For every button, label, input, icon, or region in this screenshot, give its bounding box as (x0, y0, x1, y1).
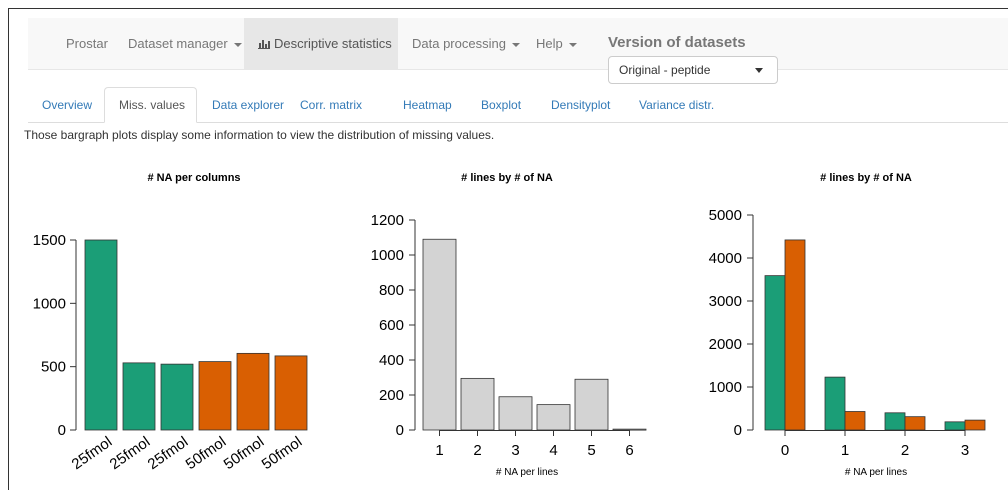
chart-0-x-tick-label: 25fmol (145, 433, 192, 473)
chart-1-bar (574, 378, 609, 431)
chart-1-x-tick-label: 4 (549, 442, 557, 459)
chart-0-y-tick-label: 1000 (33, 295, 66, 312)
chart-0-x-tick-label: 50fmol (259, 433, 306, 473)
chart-2-x-axis-label: # NA per lines (845, 467, 907, 478)
chart-0-x-tick-label: 25fmol (69, 433, 116, 473)
chart-0-bar (236, 352, 270, 431)
chart-1-title: # lines by # of NA (461, 172, 553, 184)
chart-1-y-tick-label: 600 (379, 317, 404, 334)
chart-0-bar (198, 361, 232, 431)
chart-2-y-tick-label: 5000 (709, 207, 742, 224)
chart-1-x-tick-label: 2 (473, 442, 481, 459)
chart-2-bar (844, 411, 866, 431)
chart-0-bar (122, 362, 156, 431)
chart-1-y-tick-label: 800 (379, 282, 404, 299)
chart-1-y-tick-label: 0 (396, 422, 404, 439)
chart-2-y-tick-label: 4000 (709, 250, 742, 267)
chart-2-x-tick-label: 2 (901, 442, 909, 459)
chart-2-y-tick-label: 2000 (709, 336, 742, 353)
chart-0-x-tick-label: 25fmol (107, 433, 154, 473)
chart-1-bar (612, 428, 647, 431)
chart-2-bar (884, 412, 906, 431)
chart-1-x-axis-label: # NA per lines (496, 467, 558, 478)
chart-1-x-tick-label: 5 (587, 442, 595, 459)
chart-1-bar (460, 377, 495, 431)
chart-1-y-tick-label: 1000 (371, 247, 404, 264)
chart-2-bar (824, 376, 846, 431)
chart-1-x-tick-label: 1 (435, 442, 443, 459)
chart-1-bar (536, 404, 571, 431)
chart-0-bar (160, 363, 194, 431)
chart-1-bar (422, 238, 457, 431)
chart-2-bar (944, 421, 966, 431)
chart-0-y-tick-label: 1500 (33, 232, 66, 249)
chart-0-y-tick-label: 500 (41, 359, 66, 376)
chart-2-bar (784, 239, 806, 431)
chart-0-x-tick-label: 50fmol (183, 433, 230, 473)
charts-area: # NA per columns05001000150025fmol25fmol… (33, 172, 986, 478)
chart-0-title: # NA per columns (147, 172, 240, 184)
chart-1-x-tick-label: 3 (511, 442, 519, 459)
chart-2-x-tick-label: 0 (781, 442, 789, 459)
chart-2-x-tick-label: 1 (841, 442, 849, 459)
chart-0-bar (274, 355, 308, 431)
chart-2-y-tick-label: 1000 (709, 379, 742, 396)
chart-2-bar (964, 419, 986, 431)
chart-1-y-tick-label: 200 (379, 387, 404, 404)
chart-0-bar (84, 239, 118, 431)
chart-2-bar (764, 275, 786, 431)
chart-2-title: # lines by # of NA (820, 172, 912, 184)
chart-2-y-tick-label: 3000 (709, 293, 742, 310)
chart-1-y-tick-label: 400 (379, 352, 404, 369)
chart-0-x-tick-label: 50fmol (221, 433, 268, 473)
chart-0-y-tick-label: 0 (58, 422, 66, 439)
chart-1-y-tick-label: 1200 (371, 212, 404, 229)
chart-2-y-tick-label: 0 (734, 422, 742, 439)
chart-2-bar (904, 416, 926, 431)
chart-2-x-tick-label: 3 (961, 442, 969, 459)
chart-1-bar (498, 396, 533, 431)
chart-1-x-tick-label: 6 (625, 442, 633, 459)
